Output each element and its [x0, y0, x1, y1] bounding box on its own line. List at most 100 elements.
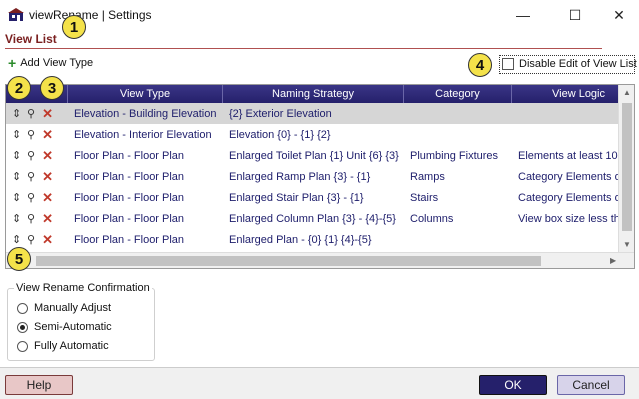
- app-logo-icon: [8, 8, 24, 21]
- ok-button[interactable]: OK: [479, 375, 547, 395]
- table-row[interactable]: ⇕ ⚲ ✕ Elevation - Building Elevation {2} Ext…: [6, 103, 634, 124]
- delete-icon[interactable]: ✕: [42, 128, 53, 141]
- radio-label: Manually Adjust: [34, 302, 112, 314]
- search-icon[interactable]: ⚲: [27, 128, 35, 141]
- horizontal-scroll-thumb[interactable]: [36, 256, 541, 266]
- radio-semi-automatic[interactable]: Semi-Automatic: [17, 321, 112, 333]
- section-title: View List: [5, 32, 57, 46]
- delete-icon[interactable]: ✕: [42, 170, 53, 183]
- delete-icon[interactable]: ✕: [42, 191, 53, 204]
- checkbox-box[interactable]: [502, 58, 514, 70]
- scroll-up-icon[interactable]: ▲: [623, 88, 631, 97]
- search-icon[interactable]: ⚲: [27, 107, 35, 120]
- callout-5: 5: [7, 247, 31, 271]
- section-divider: [5, 48, 602, 49]
- row-actions: ⇕ ⚲ ✕: [6, 128, 68, 142]
- callout-3: 3: [40, 76, 64, 100]
- cell-category[interactable]: Stairs: [404, 192, 512, 204]
- reorder-handle-icon[interactable]: ⇕: [12, 191, 21, 204]
- cell-view-type[interactable]: Floor Plan - Floor Plan: [68, 171, 223, 183]
- horizontal-scrollbar[interactable]: ◀ ▶: [6, 252, 634, 268]
- table-row[interactable]: ⇕ ⚲ ✕ Floor Plan - Floor Plan Enlarged Plan …: [6, 229, 634, 250]
- reorder-handle-icon[interactable]: ⇕: [12, 212, 21, 225]
- reorder-handle-icon[interactable]: ⇕: [12, 170, 21, 183]
- cell-view-logic[interactable]: View box size less tha: [512, 213, 634, 225]
- cell-naming-strategy[interactable]: Enlarged Toilet Plan {1} Unit {6} {3}: [223, 150, 404, 162]
- radio-label: Fully Automatic: [34, 340, 109, 352]
- cancel-button[interactable]: Cancel: [557, 375, 625, 395]
- table-row[interactable]: ⇕ ⚲ ✕ Floor Plan - Floor Plan Enlarged Ramp …: [6, 166, 634, 187]
- vertical-scrollbar[interactable]: ▲ ▼: [618, 85, 634, 252]
- table-row[interactable]: ⇕ ⚲ ✕ Floor Plan - Floor Plan Enlarged Toile…: [6, 145, 634, 166]
- maximize-button[interactable]: ☐: [552, 0, 598, 30]
- search-icon[interactable]: ⚲: [27, 191, 35, 204]
- radio-button[interactable]: [17, 321, 28, 333]
- cell-view-type[interactable]: Floor Plan - Floor Plan: [68, 234, 223, 246]
- reorder-handle-icon[interactable]: ⇕: [12, 233, 21, 246]
- column-header-view-type[interactable]: View Type: [68, 85, 223, 103]
- radio-button[interactable]: [17, 302, 28, 314]
- radio-manually-adjust[interactable]: Manually Adjust: [17, 302, 111, 314]
- callout-1: 1: [62, 15, 86, 39]
- delete-icon[interactable]: ✕: [42, 212, 53, 225]
- row-actions: ⇕ ⚲ ✕: [6, 191, 68, 205]
- row-actions: ⇕ ⚲ ✕: [6, 233, 68, 247]
- delete-icon[interactable]: ✕: [42, 233, 53, 246]
- cell-view-logic[interactable]: Category Elements o: [512, 192, 634, 204]
- cell-naming-strategy[interactable]: Elevation {0} - {1} {2}: [223, 129, 404, 141]
- column-header-view-logic[interactable]: View Logic: [512, 85, 634, 103]
- column-header-naming-strategy[interactable]: Naming Strategy: [223, 85, 404, 103]
- cell-naming-strategy[interactable]: Enlarged Ramp Plan {3} - {1}: [223, 171, 404, 183]
- cell-category[interactable]: Plumbing Fixtures: [404, 150, 512, 162]
- table-header: View Type Naming Strategy Category View …: [6, 85, 634, 103]
- cell-view-type[interactable]: Floor Plan - Floor Plan: [68, 213, 223, 225]
- dialog-footer: Help OK Cancel: [0, 367, 639, 399]
- scroll-down-icon[interactable]: ▼: [623, 240, 631, 249]
- minimize-button[interactable]: —: [500, 0, 546, 30]
- cell-view-type[interactable]: Elevation - Building Elevation: [68, 108, 223, 120]
- cell-naming-strategy[interactable]: Enlarged Column Plan {3} - {4}-{5}: [223, 213, 404, 225]
- search-icon[interactable]: ⚲: [27, 233, 35, 246]
- row-actions: ⇕ ⚲ ✕: [6, 170, 68, 184]
- cell-naming-strategy[interactable]: {2} Exterior Elevation: [223, 108, 404, 120]
- cell-category[interactable]: Columns: [404, 213, 512, 225]
- table-row[interactable]: ⇕ ⚲ ✕ Elevation - Interior Elevation Elevati…: [6, 124, 634, 145]
- callout-2: 2: [7, 76, 31, 100]
- plus-icon: +: [8, 55, 17, 71]
- radio-button[interactable]: [17, 340, 28, 352]
- delete-icon[interactable]: ✕: [42, 149, 53, 162]
- add-view-type-button[interactable]: + Add View Type: [8, 55, 94, 71]
- reorder-handle-icon[interactable]: ⇕: [12, 128, 21, 141]
- row-actions: ⇕ ⚲ ✕: [6, 212, 68, 226]
- cell-view-type[interactable]: Elevation - Interior Elevation: [68, 129, 223, 141]
- search-icon[interactable]: ⚲: [27, 212, 35, 225]
- table-row[interactable]: ⇕ ⚲ ✕ Floor Plan - Floor Plan Enlarged Stair…: [6, 187, 634, 208]
- table-body: ⇕ ⚲ ✕ Elevation - Building Elevation {2} Ext…: [6, 103, 634, 250]
- search-icon[interactable]: ⚲: [27, 149, 35, 162]
- add-view-type-label: Add View Type: [20, 57, 94, 69]
- column-header-category[interactable]: Category: [404, 85, 512, 103]
- rename-confirmation-title: View Rename Confirmation: [14, 282, 152, 294]
- search-icon[interactable]: ⚲: [27, 170, 35, 183]
- help-button[interactable]: Help: [5, 375, 73, 395]
- reorder-handle-icon[interactable]: ⇕: [12, 107, 21, 120]
- cell-category[interactable]: Ramps: [404, 171, 512, 183]
- scroll-right-icon[interactable]: ▶: [610, 256, 616, 265]
- cell-view-logic[interactable]: Category Elements o: [512, 171, 634, 183]
- cell-naming-strategy[interactable]: Enlarged Plan - {0} {1} {4}-{5}: [223, 234, 404, 246]
- callout-4: 4: [468, 53, 492, 77]
- window-title: viewRename | Settings: [29, 8, 152, 22]
- cell-view-type[interactable]: Floor Plan - Floor Plan: [68, 150, 223, 162]
- view-list-table: View Type Naming Strategy Category View …: [5, 84, 635, 269]
- cell-naming-strategy[interactable]: Enlarged Stair Plan {3} - {1}: [223, 192, 404, 204]
- table-row[interactable]: ⇕ ⚲ ✕ Floor Plan - Floor Plan Enlarged Colum…: [6, 208, 634, 229]
- delete-icon[interactable]: ✕: [42, 107, 53, 120]
- reorder-handle-icon[interactable]: ⇕: [12, 149, 21, 162]
- disable-edit-checkbox[interactable]: Disable Edit of View List: [502, 58, 637, 70]
- cell-view-logic[interactable]: Elements at least 10%: [512, 150, 634, 162]
- radio-fully-automatic[interactable]: Fully Automatic: [17, 340, 109, 352]
- title-bar: viewRename | Settings — ☐ ✕: [0, 0, 639, 30]
- vertical-scroll-thumb[interactable]: [622, 103, 632, 231]
- close-button[interactable]: ✕: [596, 0, 639, 30]
- cell-view-type[interactable]: Floor Plan - Floor Plan: [68, 192, 223, 204]
